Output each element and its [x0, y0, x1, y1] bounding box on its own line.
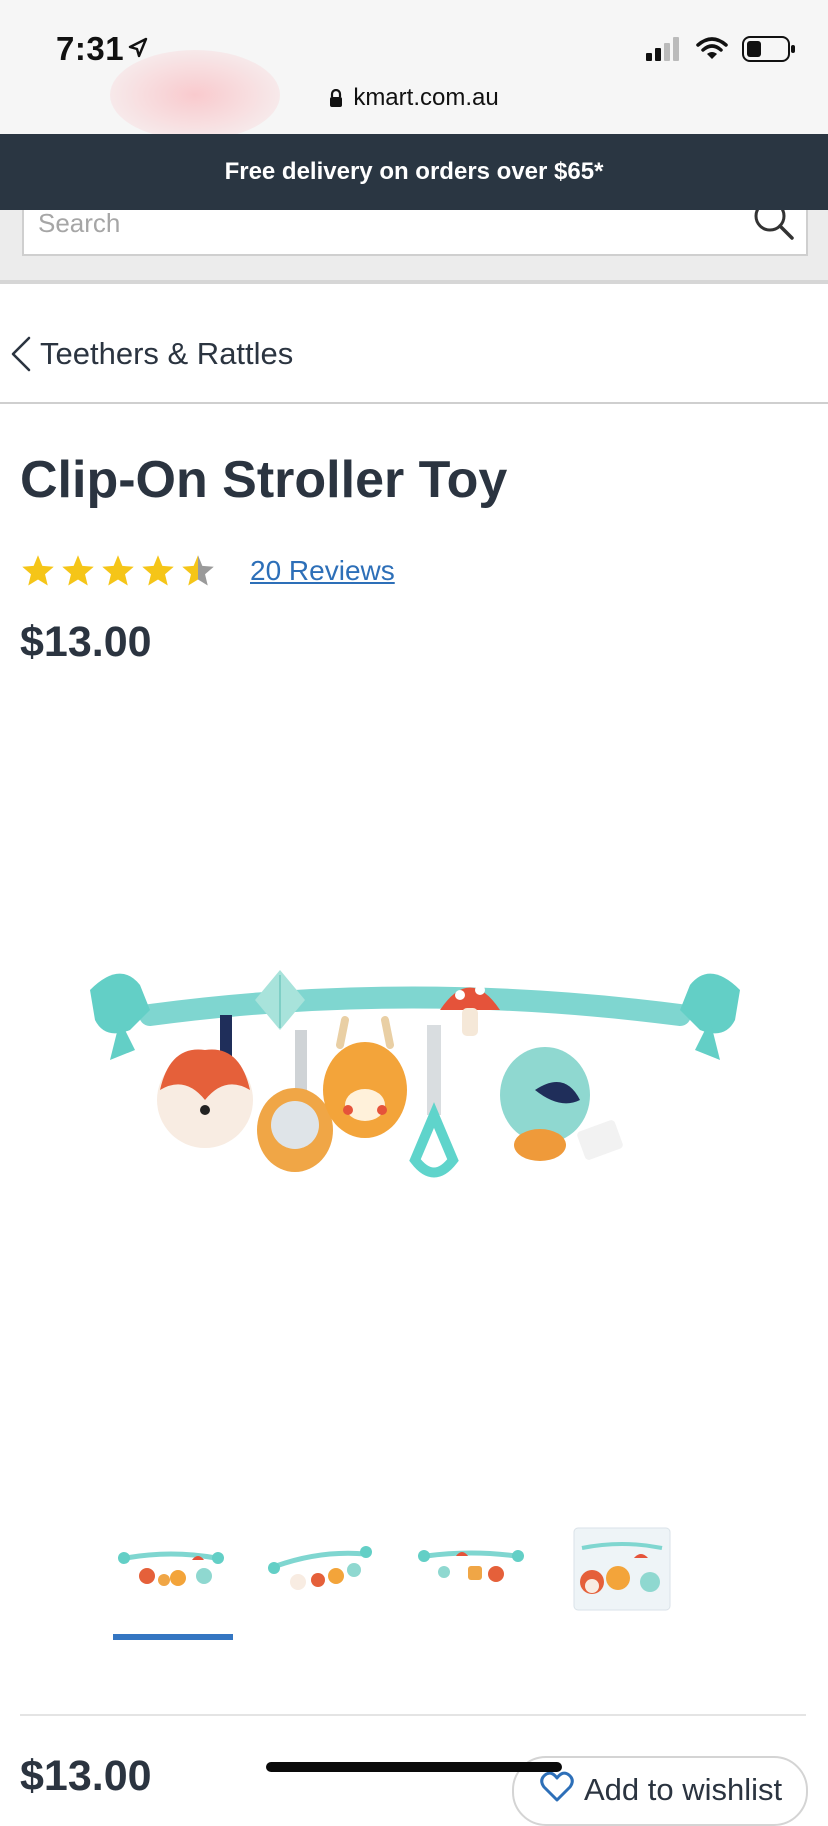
clip-left	[90, 973, 150, 1060]
product-image[interactable]	[80, 950, 750, 1230]
promo-banner-text: Free delivery on orders over $65*	[224, 158, 604, 185]
address-bar[interactable]: kmart.com.au	[0, 84, 828, 112]
star-rating	[20, 553, 216, 589]
star-full-icon	[22, 555, 54, 586]
status-time: 7:31	[56, 30, 125, 67]
thumbnail-gallery	[112, 1520, 732, 1640]
wifi-icon	[696, 37, 728, 59]
search-bar: Search	[0, 210, 828, 284]
search-input[interactable]: Search	[22, 210, 808, 256]
location-arrow-icon	[128, 37, 148, 58]
product-price: $13.00	[20, 618, 152, 666]
status-indicators	[646, 36, 796, 62]
reviews-link[interactable]: 20 Reviews	[250, 555, 395, 587]
chevron-left-icon[interactable]	[10, 336, 32, 372]
breadcrumb-label[interactable]: Teethers & Rattles	[40, 336, 293, 372]
search-placeholder: Search	[38, 210, 121, 238]
cellular-signal-icon	[646, 37, 679, 61]
star-full-icon	[62, 555, 94, 586]
star-half-icon	[182, 555, 214, 586]
thumbnail-3[interactable]	[412, 1520, 530, 1620]
wishlist-label: Add to wishlist	[584, 1772, 783, 1807]
divider	[20, 1714, 806, 1716]
promo-banner[interactable]: Free delivery on orders over $65*	[0, 134, 828, 210]
lock-icon	[330, 89, 343, 107]
rating-row: 20 Reviews	[20, 553, 395, 589]
heart-icon	[540, 1771, 574, 1802]
home-indicator	[266, 1762, 562, 1772]
status-bar: 7:31 kmart.com.au	[0, 0, 828, 140]
search-icon[interactable]	[750, 210, 796, 242]
sticky-price: $13.00	[20, 1752, 152, 1800]
breadcrumb[interactable]: Teethers & Rattles	[0, 284, 828, 404]
thumbnail-1[interactable]	[112, 1520, 230, 1620]
thumbnail-4[interactable]	[562, 1520, 680, 1620]
product-title: Clip-On Stroller Toy	[20, 451, 508, 509]
url-text: kmart.com.au	[353, 84, 499, 111]
star-full-icon	[102, 555, 134, 586]
thumbnail-2[interactable]	[262, 1520, 380, 1620]
active-thumbnail-indicator	[113, 1634, 233, 1640]
clip-right	[680, 973, 740, 1060]
star-full-icon	[142, 555, 174, 586]
battery-icon	[742, 36, 795, 62]
